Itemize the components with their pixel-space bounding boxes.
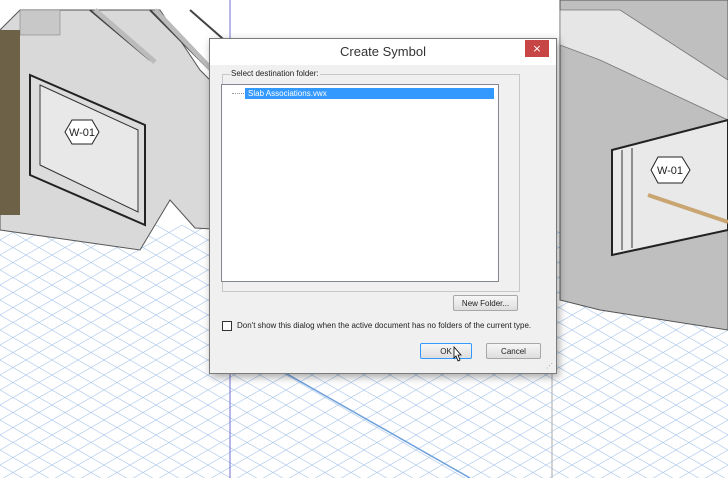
dont-show-checkbox[interactable] [222,321,232,331]
siding-strip [0,30,20,215]
create-symbol-dialog: Create Symbol × Select destination folde… [209,38,557,374]
wall-tag-right-text: W-01 [657,165,683,177]
wall-tag-left-text: W-01 [69,127,95,139]
close-button[interactable]: × [525,40,549,57]
new-folder-button[interactable]: New Folder... [453,295,518,311]
ok-button[interactable]: OK [420,343,472,359]
close-icon: × [532,42,542,55]
wall-tag-left: W-01 [64,119,100,145]
resize-grip-icon[interactable]: ⋰ [546,362,553,370]
folder-tree[interactable]: Slab Associations.vwx [221,84,499,282]
dont-show-label: Don't show this dialog when the active d… [237,321,532,330]
tree-item-selected[interactable]: Slab Associations.vwx [245,88,494,99]
wall-tag-right: W-01 [650,156,691,184]
group-label: Select destination folder: [230,69,320,78]
tree-connector [232,93,244,94]
dialog-title: Create Symbol [340,44,426,59]
dialog-titlebar[interactable]: Create Symbol × [210,39,556,65]
cancel-button[interactable]: Cancel [486,343,541,359]
mouse-pointer-icon [453,346,462,362]
